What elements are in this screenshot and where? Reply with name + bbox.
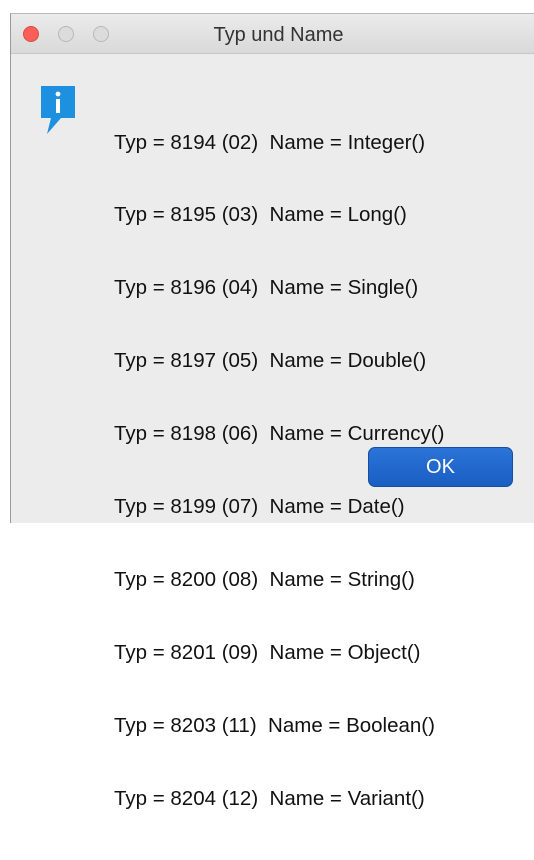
ok-button[interactable]: OK	[368, 447, 513, 487]
info-icon	[41, 86, 75, 134]
message-line: Typ = 8195 (03) Name = Long()	[114, 203, 407, 227]
message-line: Typ = 8203 (11) Name = Boolean()	[114, 713, 435, 737]
message-line: Typ = 8194 (02) Name = Integer()	[114, 130, 426, 154]
dialog-window: Typ und Name Typ = 8194 (02) Name = Inte…	[10, 13, 534, 810]
title-bar[interactable]: Typ und Name	[11, 14, 534, 54]
message-line: Typ = 8196 (04) Name = Single()	[114, 276, 419, 300]
message-line: Typ = 8201 (09) Name = Object()	[114, 640, 421, 664]
message-line: Typ = 8199 (07) Name = Date()	[114, 495, 405, 519]
message-line: Typ = 8197 (05) Name = Double()	[114, 349, 427, 373]
message-line: Typ = 8198 (06) Name = Currency()	[114, 422, 445, 446]
window-title: Typ und Name	[213, 24, 344, 46]
message-line: Typ = 8204 (12) Name = Variant()	[114, 786, 425, 810]
message-line: Typ = 8200 (08) Name = String()	[114, 567, 415, 591]
